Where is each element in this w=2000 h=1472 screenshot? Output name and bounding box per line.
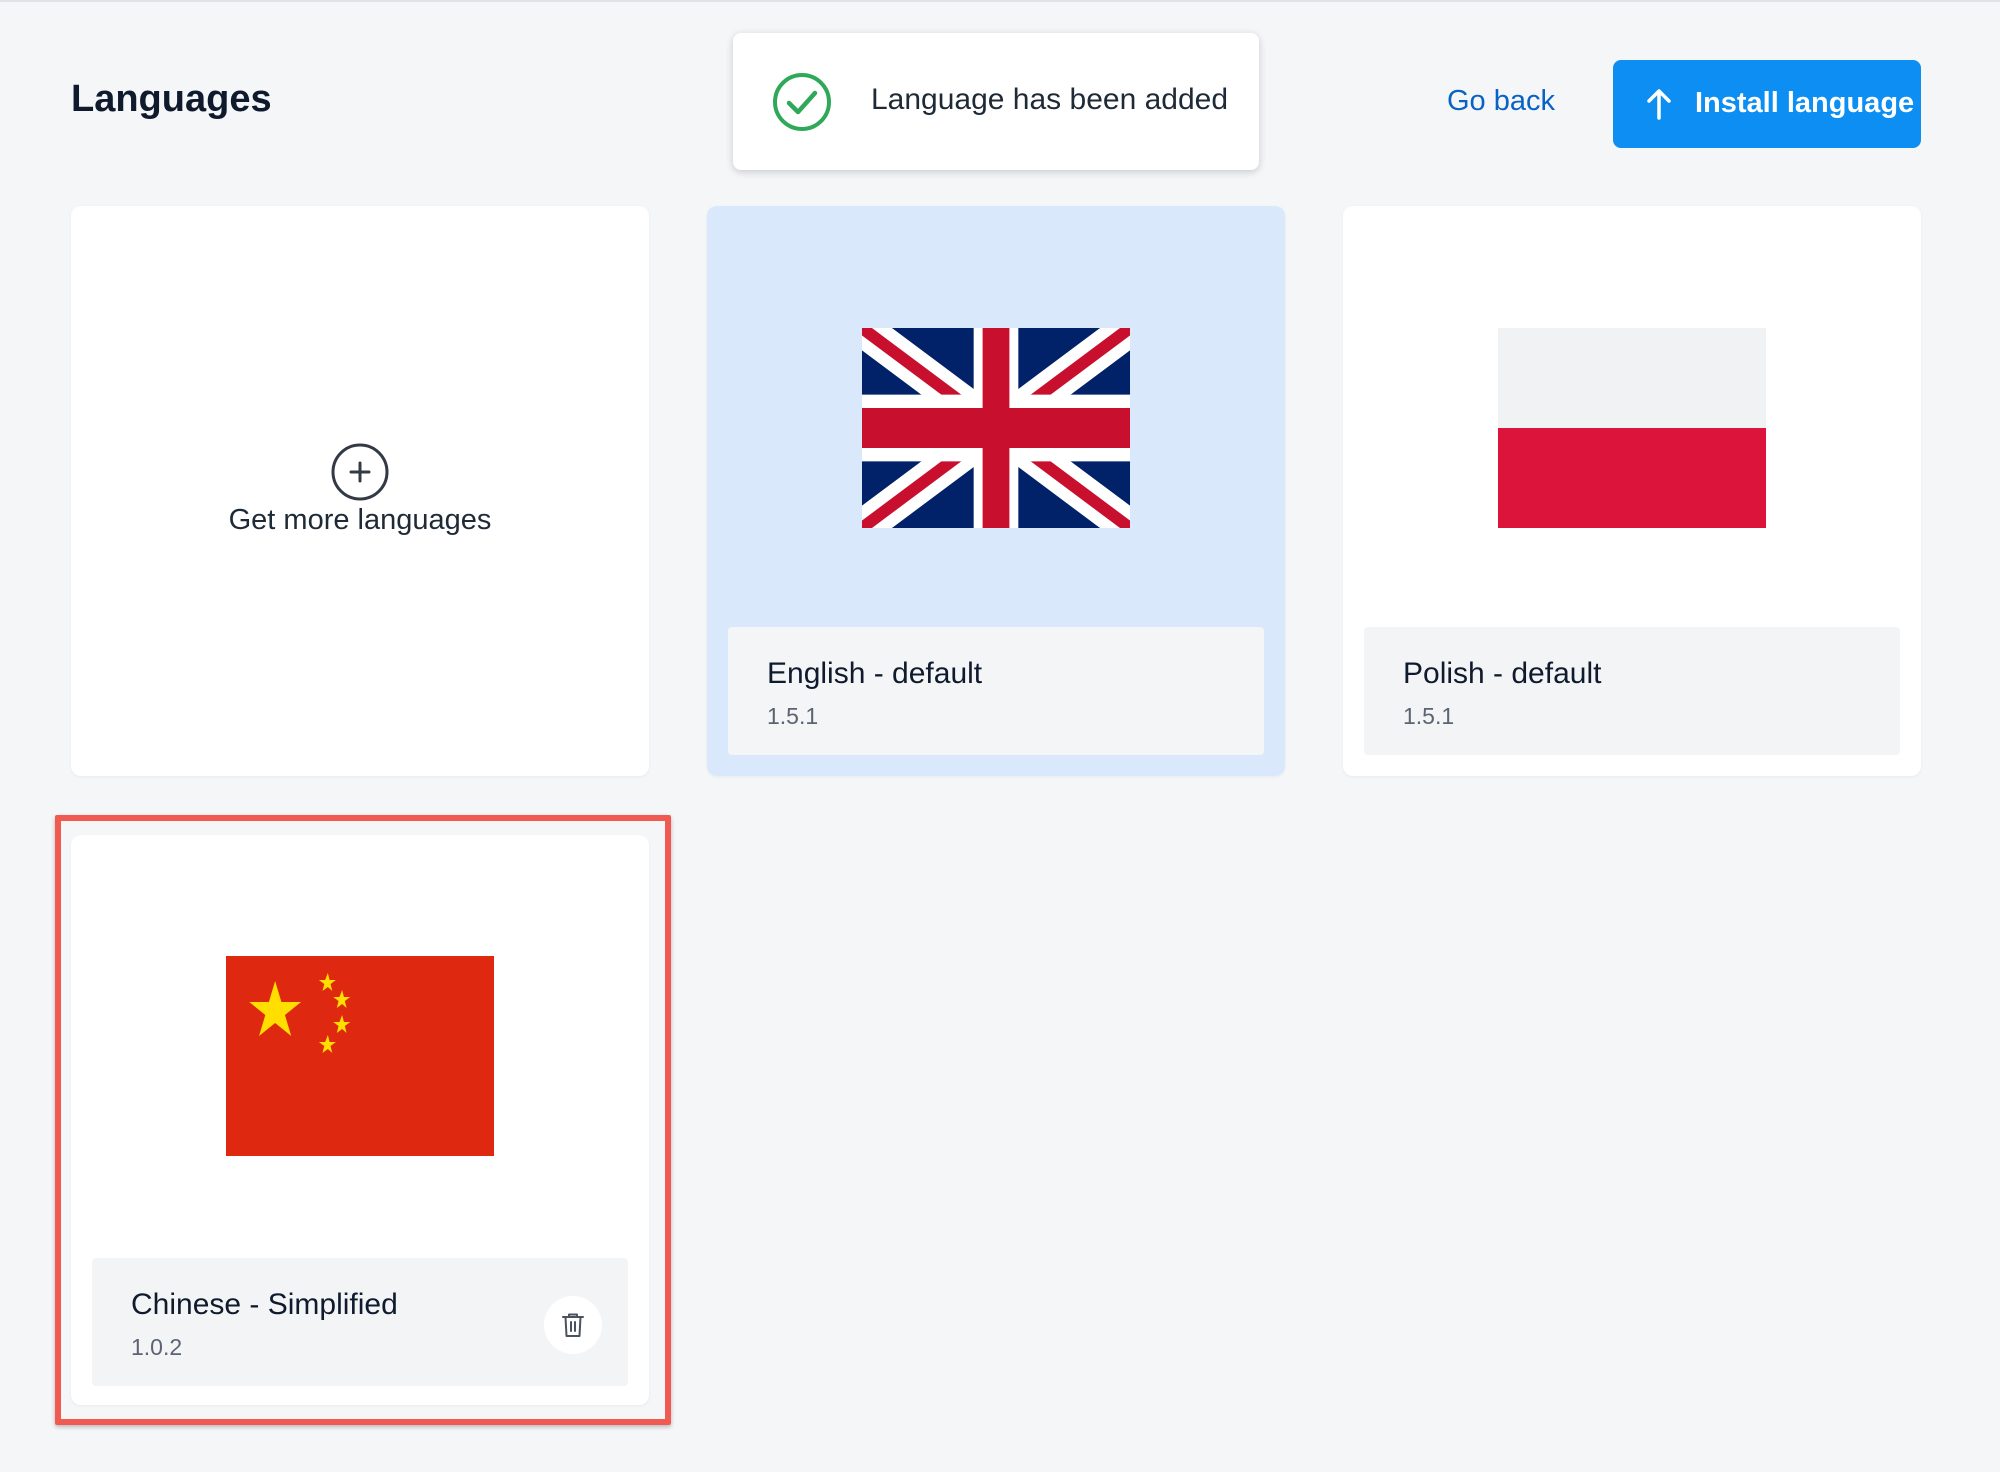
language-name: Chinese - Simplified <box>131 1288 398 1321</box>
language-card-chinese[interactable]: Chinese - Simplified 1.0.2 <box>71 835 649 1405</box>
china-flag <box>226 956 494 1156</box>
delete-language-button[interactable] <box>544 1296 602 1354</box>
language-card-footer: English - default 1.5.1 <box>728 627 1264 755</box>
get-more-languages-card[interactable]: Get more languages <box>71 206 649 776</box>
trash-icon <box>562 1313 584 1337</box>
page-title: Languages <box>71 78 272 120</box>
language-version: 1.0.2 <box>131 1334 183 1360</box>
check-circle-icon <box>773 73 831 131</box>
language-card-footer: Chinese - Simplified 1.0.2 <box>92 1258 628 1386</box>
language-name: English - default <box>767 657 983 690</box>
install-language-button[interactable]: Install language <box>1613 60 1921 148</box>
language-version: 1.5.1 <box>767 703 819 729</box>
toast-message: Language has been added <box>871 83 1229 116</box>
language-card-english[interactable]: English - default 1.5.1 <box>707 206 1285 776</box>
install-language-label: Install language <box>1695 87 1915 119</box>
language-card-polish[interactable]: Polish - default 1.5.1 <box>1343 206 1921 776</box>
uk-flag <box>862 328 1130 528</box>
get-more-languages-label: Get more languages <box>228 504 492 536</box>
language-version: 1.5.1 <box>1403 703 1455 729</box>
success-toast: Language has been added <box>733 33 1259 170</box>
top-divider <box>0 0 2000 2</box>
plus-circle-icon <box>331 443 389 501</box>
go-back-link[interactable]: Go back <box>1447 85 1555 118</box>
arrow-up-icon <box>1647 89 1671 120</box>
language-card-footer: Polish - default 1.5.1 <box>1364 627 1900 755</box>
language-name: Polish - default <box>1403 657 1602 690</box>
poland-flag <box>1498 328 1766 528</box>
